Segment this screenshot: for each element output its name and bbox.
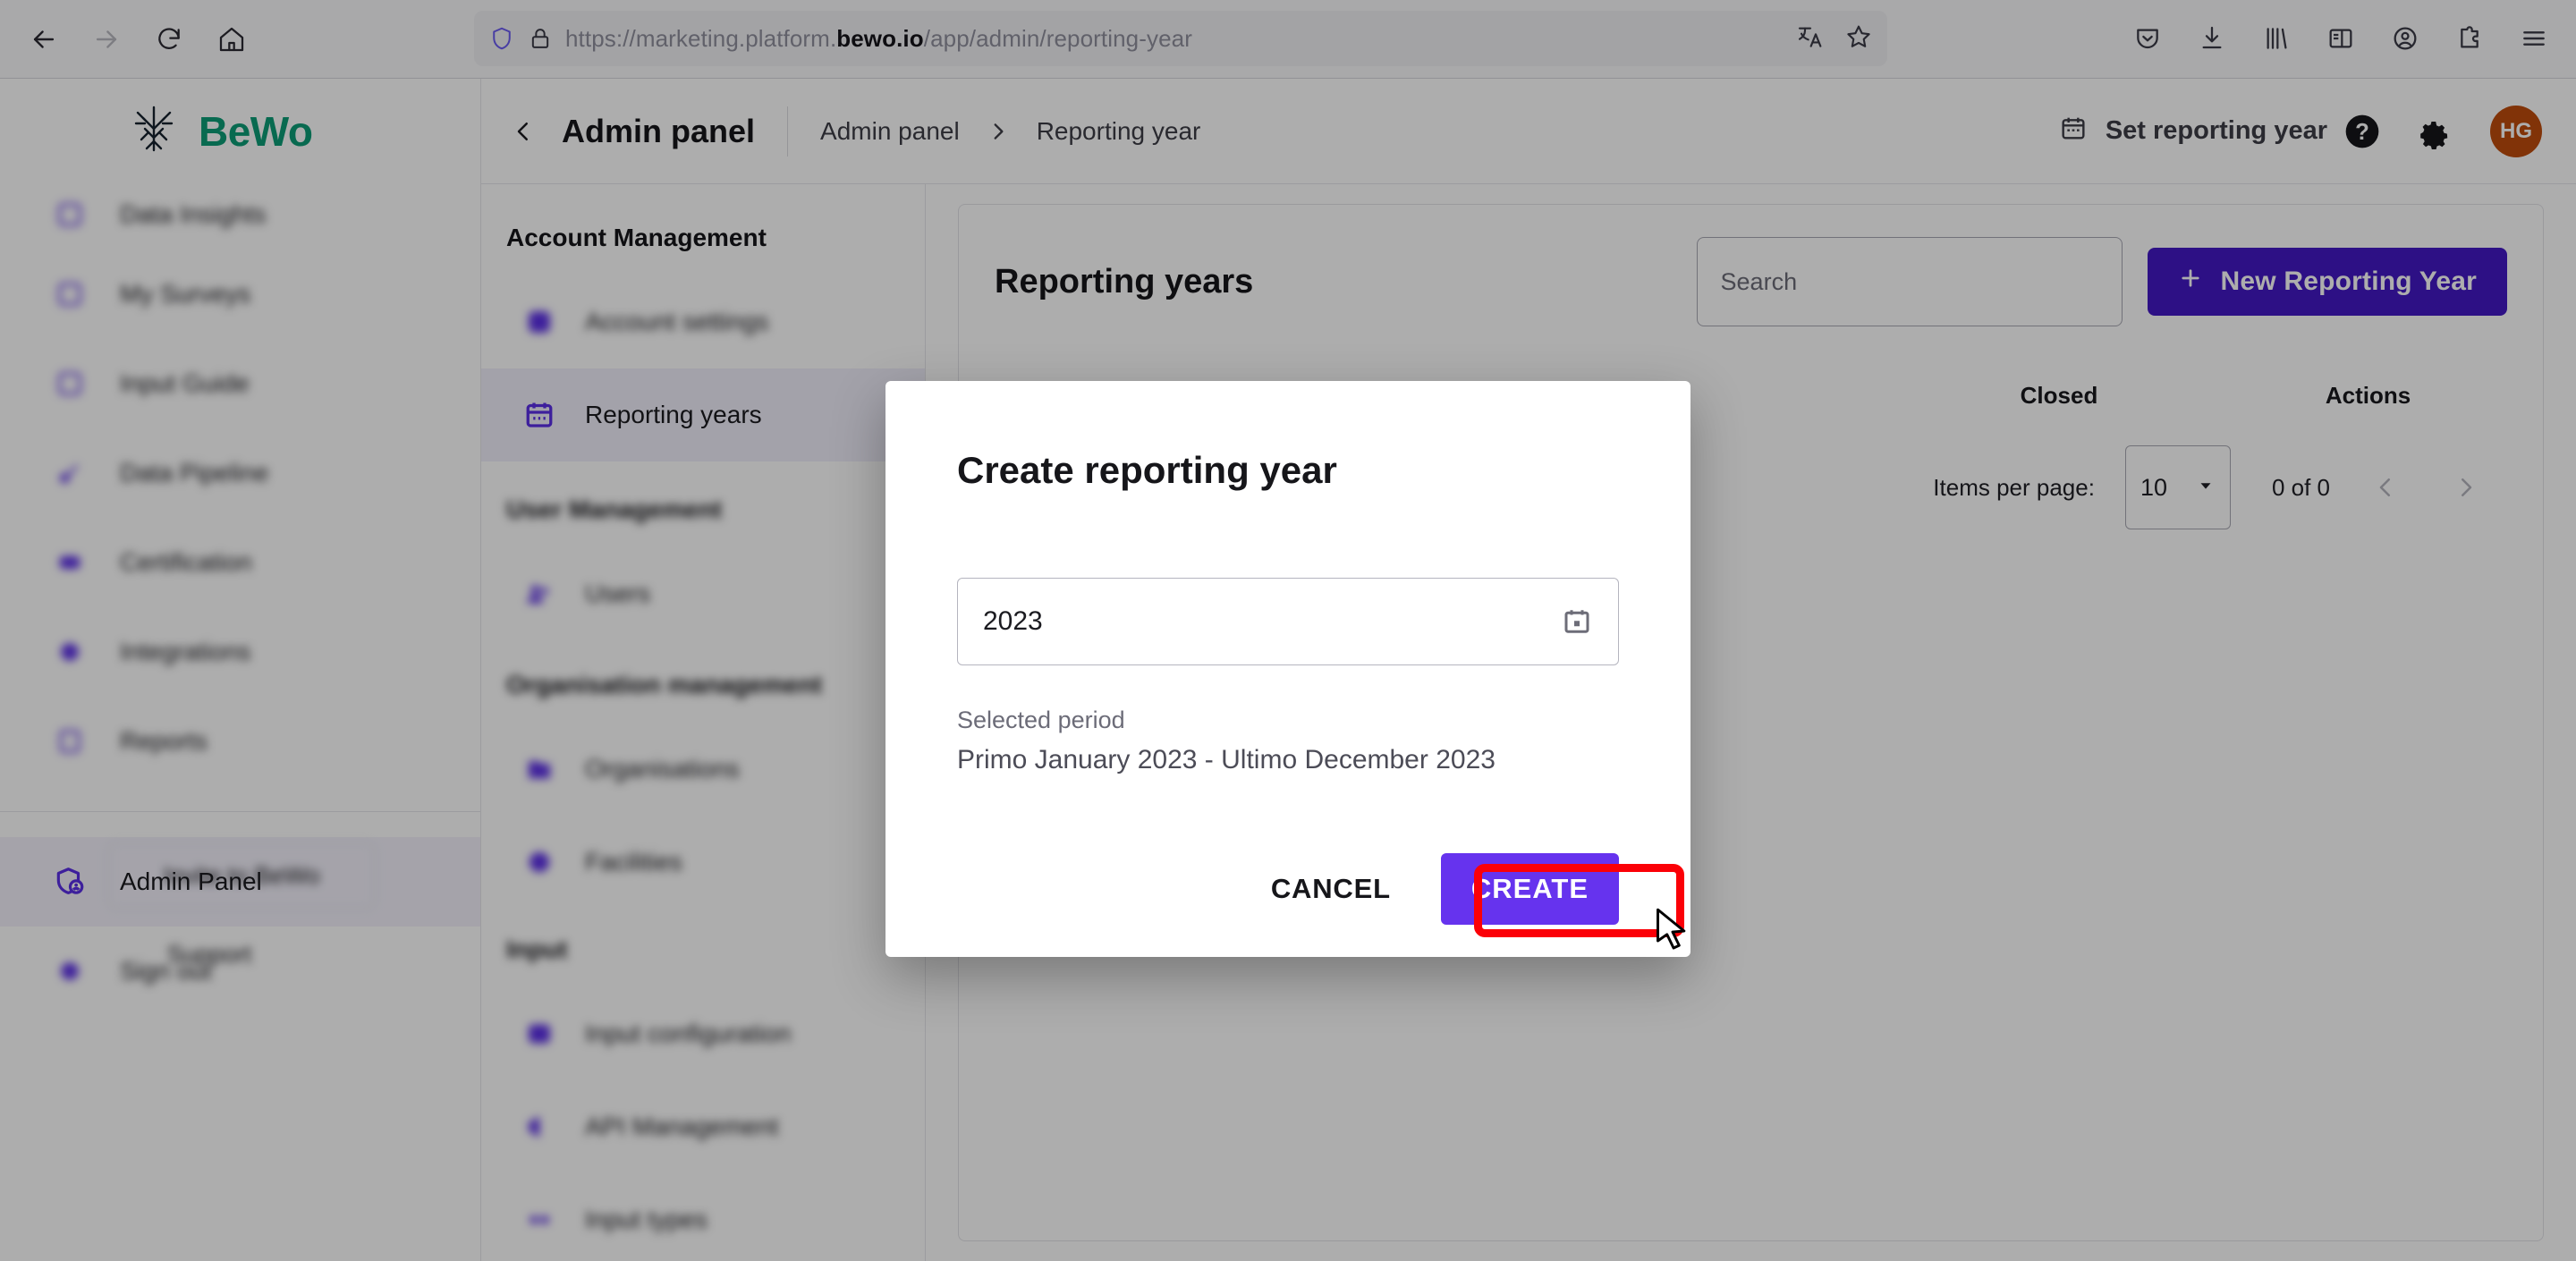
- screen: https://marketing.platform.bewo.io/app/a…: [0, 0, 2576, 1261]
- mouse-cursor: [1653, 906, 1692, 961]
- create-button[interactable]: CREATE: [1440, 853, 1619, 925]
- selected-period-value: Primo January 2023 - Ultimo December 202…: [957, 745, 1496, 774]
- cancel-button[interactable]: CANCEL: [1251, 860, 1411, 918]
- create-reporting-year-dialog: Create reporting year 2023 Selected peri…: [886, 381, 1690, 957]
- reporting-year-input[interactable]: 2023: [957, 578, 1619, 665]
- selected-period-label: Selected period: [957, 707, 1125, 733]
- calendar-toggle-icon[interactable]: [1561, 605, 1593, 638]
- reporting-year-value: 2023: [983, 606, 1043, 636]
- dialog-actions: CANCEL CREATE: [1251, 853, 1619, 925]
- dialog-title: Create reporting year: [957, 449, 1337, 491]
